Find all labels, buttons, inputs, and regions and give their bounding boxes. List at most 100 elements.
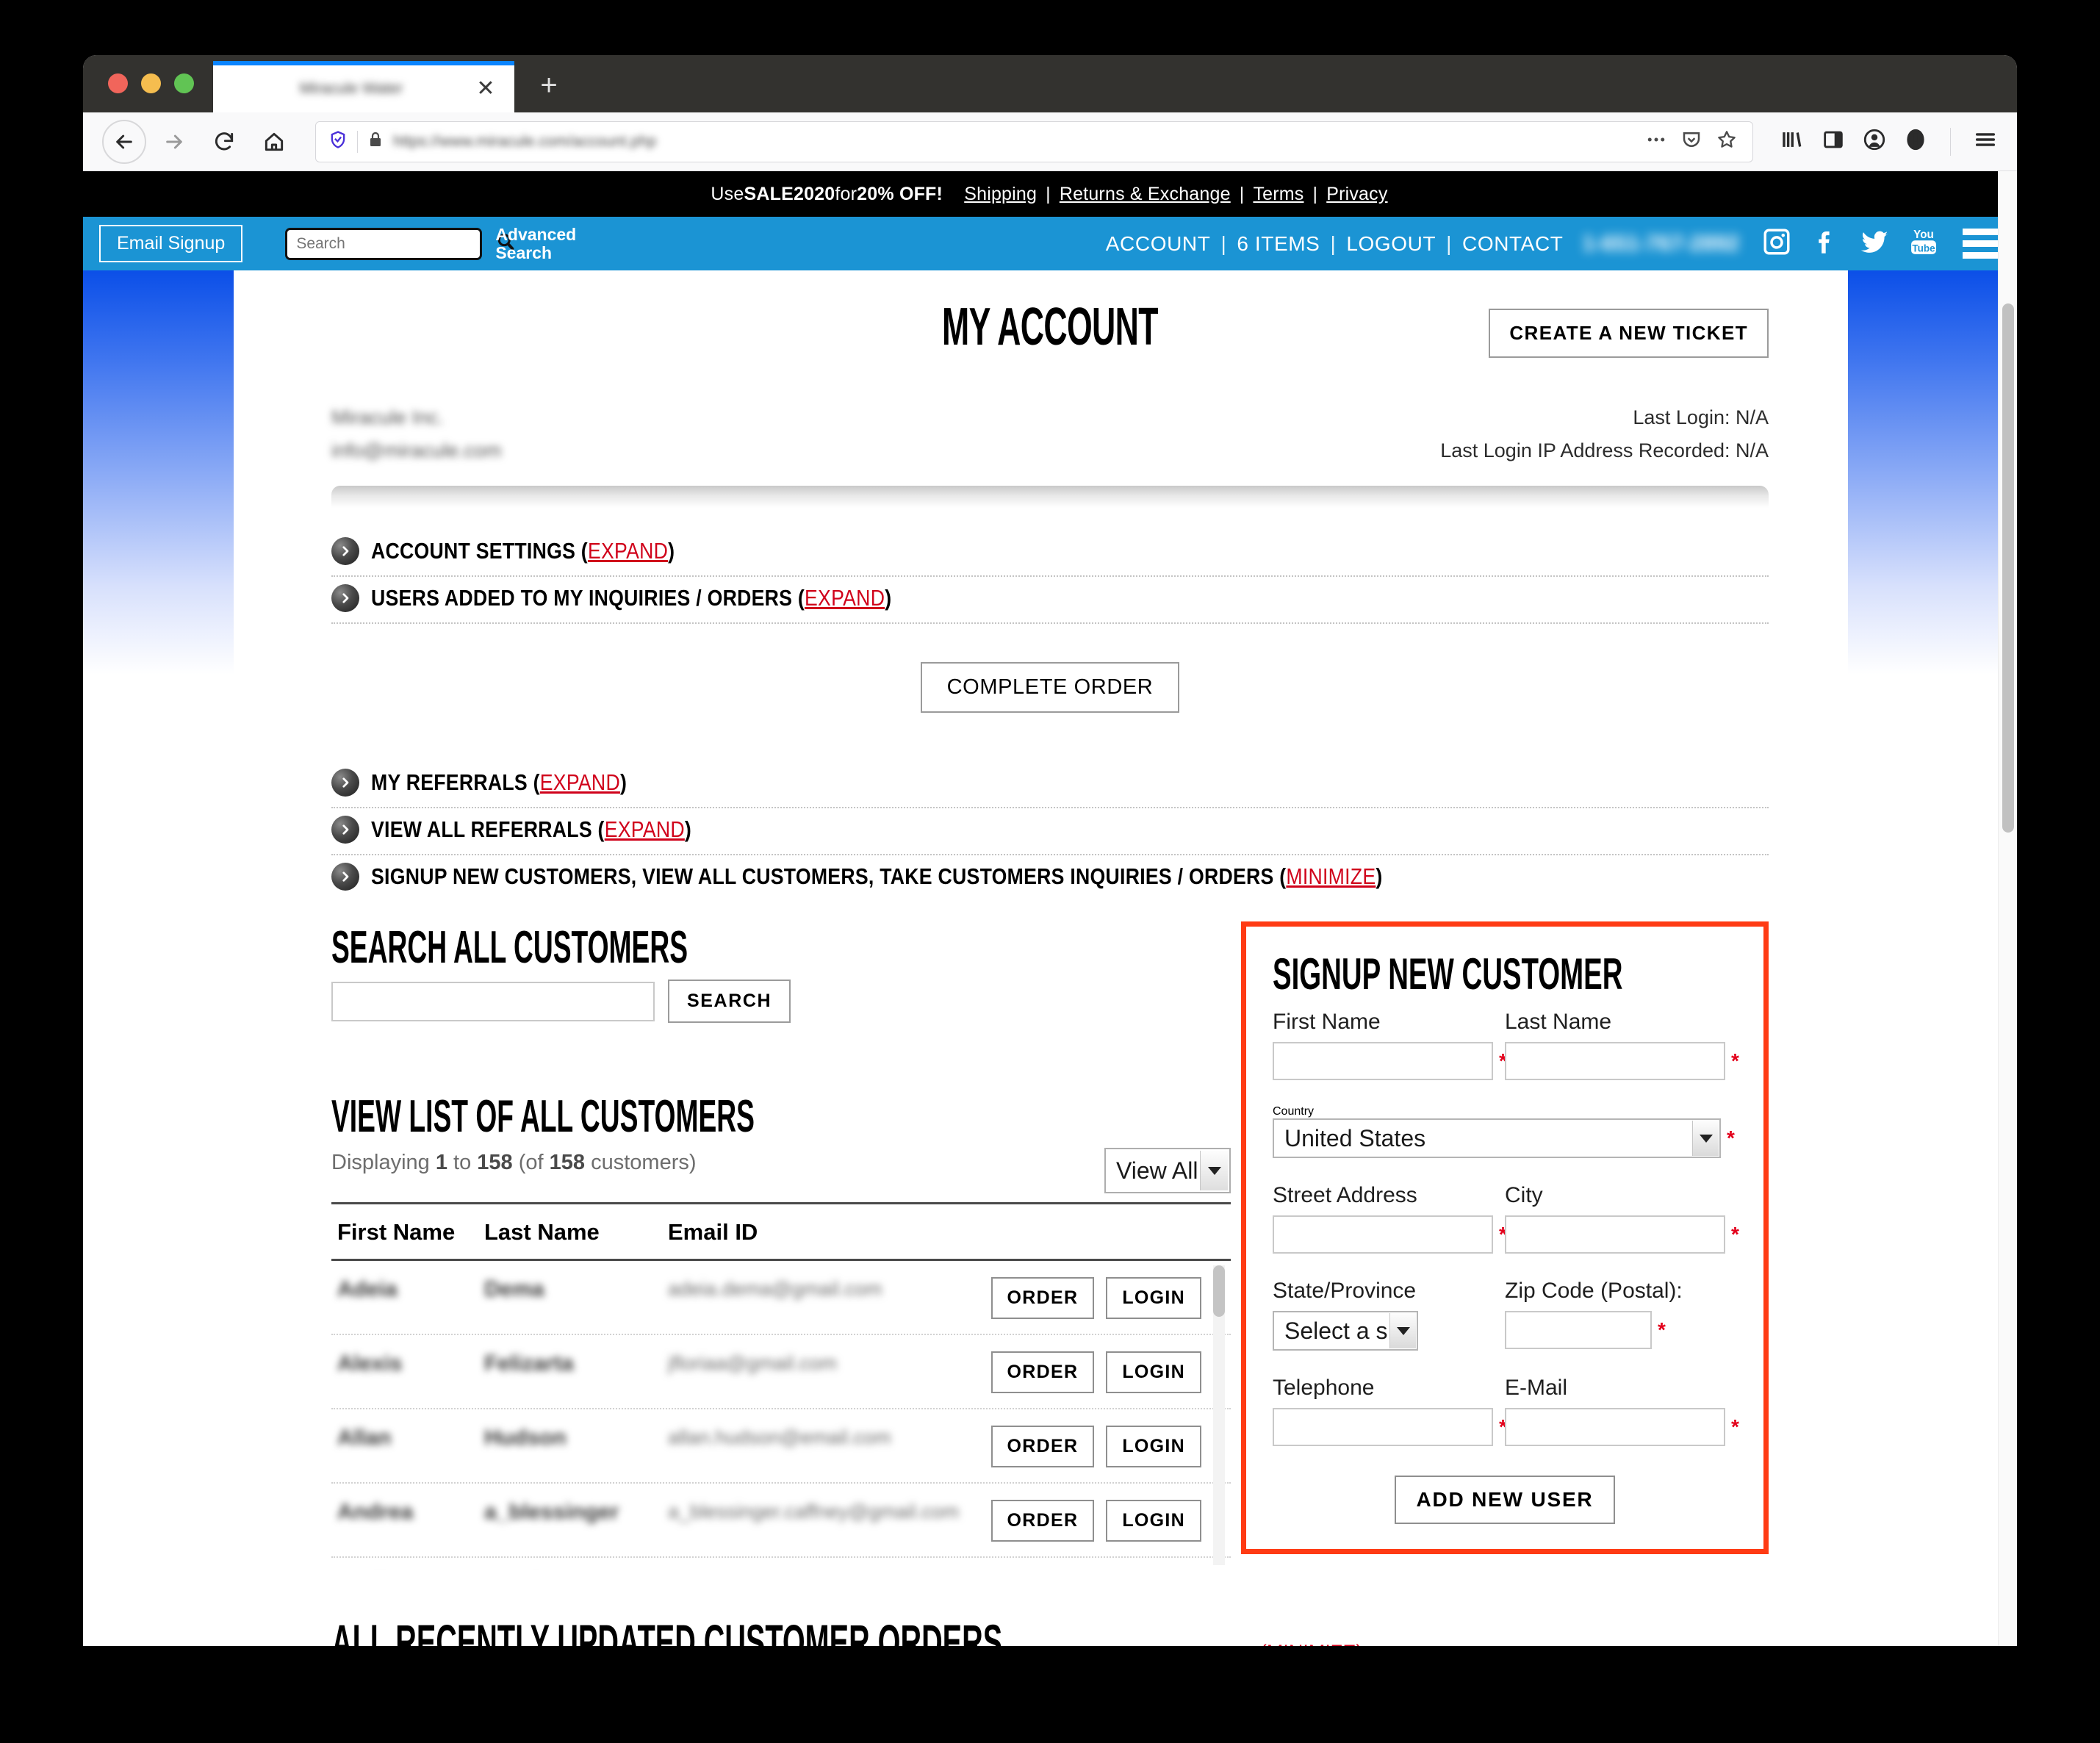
- promo-sep: |: [1046, 183, 1051, 204]
- add-new-user-row: ADD NEW USER: [1273, 1476, 1737, 1525]
- url-bar[interactable]: https://www.miracule.com/account.php: [315, 121, 1753, 162]
- customer-list-scrollbar[interactable]: [1213, 1265, 1225, 1566]
- nav-sep: |: [1220, 231, 1227, 255]
- search-customers-heading: SEARCH ALL CUSTOMERS: [331, 922, 688, 974]
- phone-number[interactable]: 1-651-767-2892: [1582, 231, 1739, 256]
- search-customers-input[interactable]: [331, 981, 655, 1021]
- browser-toolbar: https://www.miracule.com/account.php: [83, 112, 2017, 171]
- close-tab-x-icon[interactable]: ✕: [473, 76, 498, 101]
- recent-orders-toggle[interactable]: (MINIMIZE): [1260, 1641, 1363, 1646]
- section-users-added[interactable]: USERS ADDED TO MY INQUIRIES / ORDERS (EX…: [331, 577, 1769, 618]
- nav-link-cart-items[interactable]: 6 ITEMS: [1237, 232, 1320, 256]
- new-tab-plus-icon[interactable]: +: [526, 62, 572, 108]
- section-account-settings[interactable]: ACCOUNT SETTINGS (EXPAND): [331, 530, 1769, 571]
- nav-link-account[interactable]: ACCOUNT: [1106, 232, 1211, 256]
- address-row: Street Address * City *: [1273, 1183, 1739, 1254]
- search-customers-button[interactable]: SEARCH: [668, 980, 791, 1024]
- home-icon[interactable]: [252, 120, 296, 164]
- promo-link-privacy[interactable]: Privacy: [1326, 184, 1387, 205]
- row-order-button[interactable]: ORDER: [990, 1351, 1095, 1394]
- view-all-select[interactable]: View All: [1104, 1148, 1231, 1194]
- section-my-referrals[interactable]: MY REFERRALS (EXPAND): [331, 761, 1769, 802]
- site-search-input[interactable]: [296, 234, 496, 253]
- create-new-ticket-button[interactable]: CREATE A NEW TICKET: [1489, 309, 1769, 358]
- zip-input[interactable]: [1505, 1311, 1652, 1350]
- row-order-button[interactable]: ORDER: [990, 1500, 1095, 1542]
- section-label: VIEW ALL REFERRALS (EXPAND): [371, 816, 692, 843]
- row-login-button[interactable]: LOGIN: [1106, 1277, 1201, 1320]
- forward-arrow-icon[interactable]: [152, 120, 196, 164]
- section-signup-customers[interactable]: SIGNUP NEW CUSTOMERS, VIEW ALL CUSTOMERS…: [331, 855, 1769, 896]
- addon-icon[interactable]: [1903, 127, 1928, 156]
- youtube-icon[interactable]: You Tube: [1908, 226, 1939, 262]
- chevron-down-icon[interactable]: [1200, 1151, 1228, 1191]
- page-scrollbar[interactable]: [1998, 171, 2017, 1646]
- section-label: ACCOUNT SETTINGS (EXPAND): [371, 538, 675, 564]
- customer-list-scrollbar-thumb[interactable]: [1213, 1265, 1225, 1318]
- nav-link-logout[interactable]: LOGOUT: [1346, 232, 1436, 256]
- sidebar-icon[interactable]: [1821, 127, 1846, 156]
- facebook-icon[interactable]: [1810, 226, 1841, 262]
- bookmark-star-icon[interactable]: [1716, 129, 1738, 154]
- reload-icon[interactable]: [202, 120, 246, 164]
- close-window-button[interactable]: [108, 73, 128, 93]
- chevron-down-icon[interactable]: [1692, 1121, 1719, 1157]
- add-new-user-button[interactable]: ADD NEW USER: [1394, 1476, 1616, 1525]
- complete-order-button[interactable]: COMPLETE ORDER: [920, 662, 1180, 714]
- row-login-button[interactable]: LOGIN: [1106, 1351, 1201, 1394]
- promo-link-terms[interactable]: Terms: [1253, 184, 1303, 205]
- row-login-button[interactable]: LOGIN: [1106, 1426, 1201, 1468]
- section-toggle-link[interactable]: EXPAND: [540, 769, 620, 795]
- row-login-button[interactable]: LOGIN: [1106, 1500, 1201, 1542]
- signup-new-customer-panel: SIGNUP NEW CUSTOMER First Name * Last Na…: [1241, 921, 1769, 1555]
- page-actions-ellipsis-icon[interactable]: [1645, 129, 1667, 154]
- firefox-account-icon[interactable]: [1862, 127, 1887, 156]
- section-label: USERS ADDED TO MY INQUIRIES / ORDERS (EX…: [371, 585, 892, 611]
- row-order-button[interactable]: ORDER: [990, 1277, 1095, 1320]
- padlock-icon[interactable]: [367, 130, 384, 153]
- cell-last-name: a_blessinger: [484, 1500, 619, 1525]
- browser-tab[interactable]: Miracule Water ✕: [213, 61, 514, 112]
- nav-link-contact[interactable]: CONTACT: [1462, 232, 1563, 256]
- country-row: Country United States *: [1273, 1105, 1737, 1159]
- telephone-input[interactable]: [1273, 1408, 1493, 1447]
- street-address-input[interactable]: [1273, 1215, 1493, 1254]
- tracking-protection-shield-icon[interactable]: [328, 129, 348, 154]
- pocket-icon[interactable]: [1680, 129, 1702, 154]
- section-toggle-link[interactable]: EXPAND: [605, 816, 685, 842]
- section-toggle-link[interactable]: EXPAND: [588, 538, 668, 564]
- promo-sep: |: [1239, 183, 1245, 204]
- twitter-icon[interactable]: [1858, 226, 1891, 262]
- required-marker: *: [1731, 1415, 1739, 1439]
- instagram-icon[interactable]: [1761, 226, 1792, 262]
- first-name-input[interactable]: [1273, 1042, 1493, 1081]
- page-scrollbar-thumb[interactable]: [2002, 303, 2014, 833]
- last-name-input[interactable]: [1505, 1042, 1725, 1081]
- customer-table-body[interactable]: Adeia Dema adeia.dema@gmail.com ORDER LO…: [331, 1261, 1231, 1570]
- section-toggle-link[interactable]: MINIMIZE: [1286, 863, 1376, 889]
- site-hamburger-menu-icon[interactable]: [1963, 229, 2001, 259]
- advanced-search-link[interactable]: Advanced Search: [495, 225, 591, 262]
- email-input[interactable]: [1505, 1408, 1725, 1447]
- hamburger-menu-icon[interactable]: [1973, 127, 1998, 156]
- chevron-down-icon[interactable]: [1389, 1313, 1416, 1349]
- section-toggle-link[interactable]: EXPAND: [805, 585, 885, 611]
- back-arrow-icon[interactable]: [102, 119, 146, 164]
- promo-link-returns[interactable]: Returns & Exchange: [1060, 184, 1231, 205]
- country-selected-value: United States: [1284, 1124, 1426, 1151]
- library-icon[interactable]: [1780, 127, 1805, 156]
- chevron-right-icon: [331, 584, 359, 613]
- promo-middle: for: [835, 183, 857, 204]
- section-view-all-referrals[interactable]: VIEW ALL REFERRALS (EXPAND): [331, 808, 1769, 849]
- state-select[interactable]: Select a s: [1273, 1311, 1418, 1351]
- email-signup-button[interactable]: Email Signup: [99, 225, 243, 262]
- minimize-window-button[interactable]: [141, 73, 161, 93]
- maximize-window-button[interactable]: [174, 73, 194, 93]
- city-input[interactable]: [1505, 1215, 1725, 1254]
- promo-link-shipping[interactable]: Shipping: [964, 184, 1037, 205]
- account-info-row: Miracule Inc. info@miracule.com Last Log…: [252, 373, 1848, 467]
- state-label: State/Province: [1273, 1279, 1417, 1304]
- row-order-button[interactable]: ORDER: [990, 1426, 1095, 1468]
- site-search-box[interactable]: [285, 227, 514, 260]
- country-select[interactable]: United States: [1273, 1118, 1721, 1159]
